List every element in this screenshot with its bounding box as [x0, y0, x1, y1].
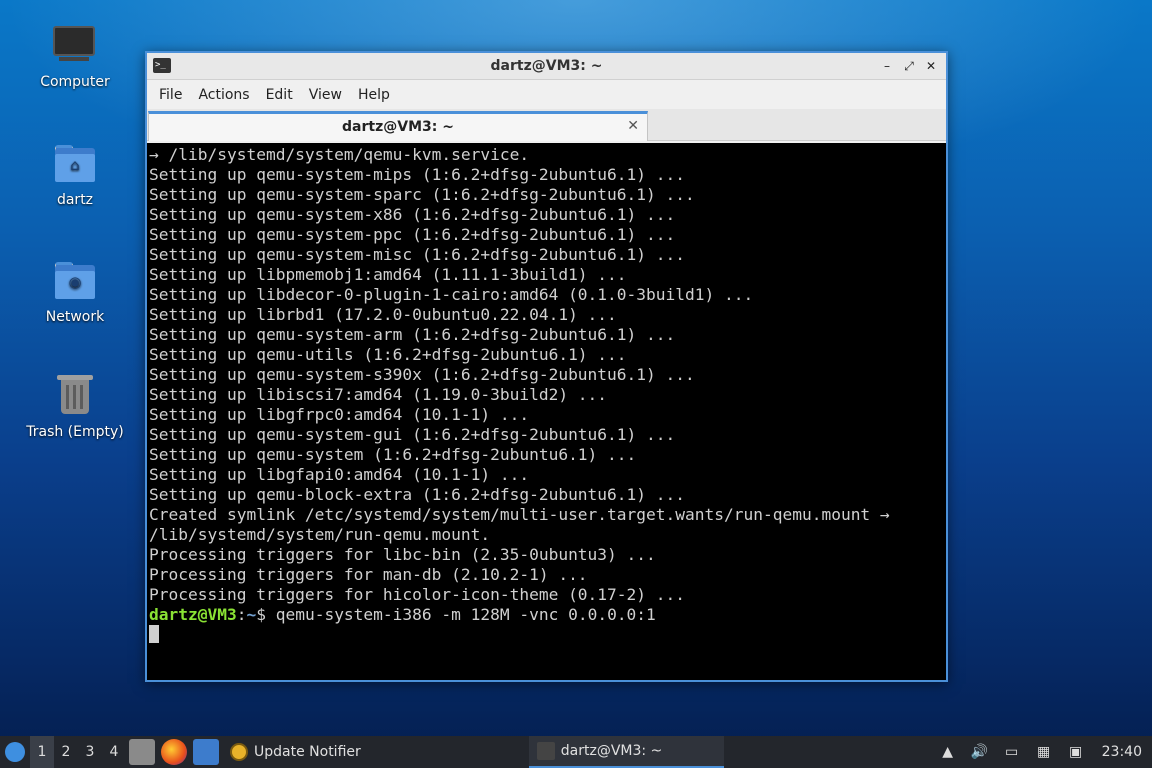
window-titlebar[interactable]: >_ dartz@VM3: ~ – ⤢ ✕ [147, 53, 946, 80]
terminal-icon [536, 742, 555, 760]
prompt-path: ~ [246, 605, 257, 624]
terminal-line: Setting up qemu-system-arm (1:6.2+dfsg-2… [149, 325, 676, 344]
show-desktop-icon[interactable] [193, 739, 219, 765]
task-label: Update Notifier [254, 744, 361, 760]
terminal-line: Setting up libgfrpc0:amd64 (10.1-1) ... [149, 405, 530, 424]
network-folder-icon: ◉ [51, 257, 99, 305]
trash-icon [51, 372, 99, 420]
desktop-icon-trash[interactable]: Trash (Empty) [20, 372, 130, 440]
desktop-icon-label: Network [45, 309, 105, 325]
menu-actions[interactable]: Actions [190, 87, 257, 103]
clock[interactable]: 23:40 [1092, 744, 1152, 760]
prompt-separator: : [236, 605, 247, 624]
terminal-line: Setting up qemu-system-misc (1:6.2+dfsg-… [149, 245, 686, 264]
terminal-line: Setting up libpmemobj1:amd64 (1.11.1-3bu… [149, 265, 627, 284]
firefox-launcher-icon[interactable] [161, 739, 187, 765]
lubuntu-logo-icon [5, 742, 25, 762]
desktop-icon-network[interactable]: ◉ Network [20, 257, 130, 325]
clipboard-icon[interactable]: ▭ [1001, 743, 1023, 761]
menu-bar: File Actions Edit View Help [147, 80, 946, 109]
desktop-icon-home[interactable]: ⌂ dartz [20, 140, 130, 208]
workspace-3[interactable]: 3 [78, 744, 102, 760]
taskbar: 1 2 3 4 Update Notifier dartz@VM3: ~ ▲ 🔊… [0, 736, 1152, 768]
network-icon[interactable]: ▦ [1033, 743, 1055, 761]
window-title: dartz@VM3: ~ [490, 58, 603, 74]
menu-edit[interactable]: Edit [258, 87, 301, 103]
terminal-line: → /lib/systemd/system/qemu-kvm.service. [149, 145, 530, 164]
workspace-4[interactable]: 4 [102, 744, 126, 760]
terminal-line: Processing triggers for libc-bin (2.35-0… [149, 545, 656, 564]
update-notifier-icon [230, 743, 248, 761]
terminal-line: Setting up qemu-system-gui (1:6.2+dfsg-2… [149, 425, 676, 444]
tab-close-icon[interactable]: ✕ [627, 118, 639, 134]
terminal-line: Setting up qemu-system-sparc (1:6.2+dfsg… [149, 185, 695, 204]
menu-file[interactable]: File [151, 87, 190, 103]
task-update-notifier[interactable]: Update Notifier [222, 736, 369, 768]
terminal-line: Processing triggers for man-db (2.10.2-1… [149, 565, 588, 584]
home-folder-icon: ⌂ [51, 140, 99, 188]
terminal-window: >_ dartz@VM3: ~ – ⤢ ✕ File Actions Edit … [145, 51, 948, 682]
terminal-line: /lib/systemd/system/run-qemu.mount. [149, 525, 491, 544]
terminal-line: Setting up qemu-system-x86 (1:6.2+dfsg-2… [149, 205, 676, 224]
prompt-symbol: $ [256, 605, 266, 624]
terminal-line: Created symlink /etc/systemd/system/mult… [149, 505, 890, 524]
maximize-button[interactable]: ⤢ [900, 57, 918, 75]
terminal-line: Setting up libiscsi7:amd64 (1.19.0-3buil… [149, 385, 608, 404]
desktop-icon-computer[interactable]: Computer [20, 22, 130, 90]
terminal-line: Setting up libdecor-0-plugin-1-cairo:amd… [149, 285, 754, 304]
text-cursor [149, 625, 159, 643]
tray-collapse-icon[interactable]: ▲ [937, 743, 959, 761]
computer-icon [51, 22, 99, 70]
file-manager-launcher-icon[interactable] [129, 739, 155, 765]
terminal-line: Setting up qemu-system-s390x (1:6.2+dfsg… [149, 365, 695, 384]
terminal-line: Setting up qemu-system (1:6.2+dfsg-2ubun… [149, 445, 637, 464]
menu-view[interactable]: View [301, 87, 350, 103]
volume-icon[interactable]: 🔊 [969, 743, 991, 761]
close-button[interactable]: ✕ [922, 57, 940, 75]
cursor-line [149, 625, 944, 645]
terminal-line: Setting up libgfapi0:amd64 (10.1-1) ... [149, 465, 530, 484]
prompt-user: dartz@VM3 [149, 605, 237, 624]
prompt-command: qemu-system-i386 -m 128M -vnc 0.0.0.0:1 [265, 605, 656, 624]
terminal-line: Setting up qemu-block-extra (1:6.2+dfsg-… [149, 485, 686, 504]
desktop-icon-label: dartz [56, 192, 94, 208]
terminal-line: Processing triggers for hicolor-icon-the… [149, 585, 686, 604]
prompt-line: dartz@VM3:~$ qemu-system-i386 -m 128M -v… [149, 605, 944, 625]
terminal-line: Setting up librbd1 (17.2.0-0ubuntu0.22.0… [149, 305, 617, 324]
application-menu-button[interactable] [0, 736, 30, 768]
tab-terminal[interactable]: dartz@VM3: ~ ✕ [148, 111, 648, 141]
terminal-output[interactable]: → /lib/systemd/system/qemu-kvm.service. S… [147, 143, 946, 680]
workspace-1[interactable]: 1 [30, 736, 54, 768]
system-tray: ▲ 🔊 ▭ ▦ ▣ 23:40 [932, 736, 1152, 768]
workspace-2[interactable]: 2 [54, 744, 78, 760]
task-terminal[interactable]: dartz@VM3: ~ [528, 736, 724, 768]
tab-strip: dartz@VM3: ~ ✕ [147, 109, 946, 141]
tab-label: dartz@VM3: ~ [342, 119, 454, 135]
terminal-line: Setting up qemu-utils (1:6.2+dfsg-2ubunt… [149, 345, 627, 364]
desktop-icon-label: Trash (Empty) [26, 424, 124, 440]
terminal-line: Setting up qemu-system-ppc (1:6.2+dfsg-2… [149, 225, 676, 244]
notification-icon[interactable]: ▣ [1065, 743, 1087, 761]
terminal-line: Setting up qemu-system-mips (1:6.2+dfsg-… [149, 165, 686, 184]
menu-help[interactable]: Help [350, 87, 398, 103]
task-label: dartz@VM3: ~ [560, 743, 663, 759]
minimize-button[interactable]: – [878, 57, 896, 75]
desktop-icon-label: Computer [40, 74, 110, 90]
